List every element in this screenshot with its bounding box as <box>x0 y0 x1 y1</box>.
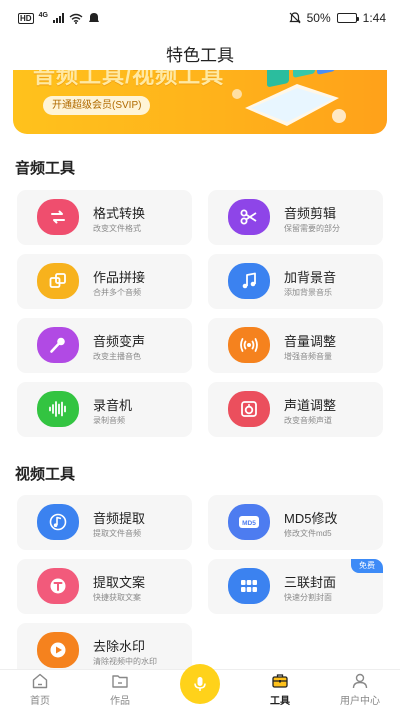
video-tools-heading: 视频工具 <box>15 466 76 483</box>
free-badge: 免费 <box>351 559 383 573</box>
network-type: 4G <box>38 12 48 19</box>
wifi-icon <box>69 13 83 24</box>
music-note-icon <box>228 263 270 299</box>
tab-works[interactable]: 作品 <box>80 670 160 711</box>
volume-wave-icon <box>228 327 270 363</box>
tool-name: 提取文案 <box>93 575 146 590</box>
tab-home[interactable]: 首页 <box>0 670 80 711</box>
tool-description: 修改文件md5 <box>284 529 332 538</box>
battery-percent: 50% <box>306 11 331 25</box>
audio-tool-card[interactable]: 格式转换改变文件格式 <box>17 190 192 245</box>
microphone-icon <box>37 327 79 363</box>
microphone-icon <box>194 677 206 691</box>
signal-icon <box>52 13 64 23</box>
tool-name: 格式转换 <box>93 206 146 221</box>
tool-description: 增强音频音量 <box>284 352 332 361</box>
banner-title: 音频工具/视频工具 <box>33 70 225 88</box>
audio-tool-card[interactable]: 录音机 录制音频 <box>17 382 192 437</box>
merge-icon <box>37 263 79 299</box>
page-header: 特色工具 <box>0 36 400 70</box>
tool-description: 快速分割封面 <box>284 593 332 602</box>
video-tool-card[interactable]: 三联封面快速分割封面 免费 <box>208 559 383 614</box>
tool-description: 改变音频声道 <box>284 416 332 425</box>
hd-badge: HD <box>18 12 34 24</box>
audio-tool-card[interactable]: 音量调整增强音频音量 <box>208 318 383 373</box>
tool-description: 保留需要的部分 <box>284 224 340 233</box>
md5-icon: MD5 <box>228 504 270 540</box>
tool-description: 录制音频 <box>93 416 125 425</box>
audio-tool-card[interactable]: 音频变声改变主播音色 <box>17 318 192 373</box>
tool-name: 录音机 <box>93 398 133 413</box>
tool-name: 音频剪辑 <box>284 206 337 221</box>
tool-name: 音频提取 <box>93 511 146 526</box>
grid-icon <box>228 568 270 604</box>
audio-tool-card[interactable]: 加背景音添加背景音乐 <box>208 254 383 309</box>
battery-icon <box>336 13 359 23</box>
page-title: 特色工具 <box>166 45 234 65</box>
tool-name: 加背景音 <box>284 270 337 285</box>
tool-name: 声道调整 <box>284 398 337 413</box>
status-bar: HD 4G 50% 1:44 <box>0 0 400 36</box>
text-extract-icon <box>37 568 79 604</box>
tool-name: MD5修改 <box>284 511 338 526</box>
tool-name: 音频变声 <box>93 334 146 349</box>
toolbox-icon <box>272 674 288 688</box>
tool-description: 快捷获取文案 <box>93 593 141 602</box>
play-icon <box>37 632 79 668</box>
audio-tool-card[interactable]: 作品拼接合并多个音频 <box>17 254 192 309</box>
svg-text:MD5: MD5 <box>242 520 256 527</box>
video-tool-card[interactable]: 音频提取提取文件音频 <box>17 495 192 550</box>
audio-tool-card[interactable]: 声道调整改变音频声道 <box>208 382 383 437</box>
video-tool-card[interactable]: 提取文案快捷获取文案 <box>17 559 192 614</box>
tool-name: 三联封面 <box>284 575 337 590</box>
folder-icon <box>112 675 128 688</box>
banner-illustration <box>232 70 346 126</box>
audio-tools-heading: 音频工具 <box>15 160 76 177</box>
tool-description: 改变主播音色 <box>93 352 141 361</box>
tool-name: 音量调整 <box>284 334 337 349</box>
tab-record[interactable] <box>160 664 240 711</box>
svip-button[interactable]: 开通超级会员(SVIP) <box>43 96 151 115</box>
tab-user-center-label: 用户中心 <box>340 696 380 707</box>
home-icon <box>32 673 48 689</box>
tool-description: 清除视频中的水印 <box>93 657 157 666</box>
tab-tools-label: 工具 <box>270 696 290 707</box>
clock: 1:44 <box>362 11 386 25</box>
status-right: 50% 1:44 <box>288 11 386 25</box>
record-button[interactable] <box>180 664 220 704</box>
tool-description: 添加背景音乐 <box>284 288 332 297</box>
svip-banner[interactable]: 音频工具/视频工具 开通超级会员(SVIP) <box>13 70 387 134</box>
tab-works-label: 作品 <box>110 696 130 707</box>
tab-user-center[interactable]: 用户中心 <box>320 670 400 711</box>
tab-tools[interactable]: 工具 <box>240 670 320 711</box>
tool-name: 去除水印 <box>93 639 146 654</box>
speaker-icon <box>228 391 270 427</box>
tab-home-label: 首页 <box>30 696 50 707</box>
bottom-tab-bar: 首页 作品 工具 用户中心 <box>0 664 400 711</box>
scissors-icon <box>228 199 270 235</box>
tool-description: 合并多个音频 <box>93 288 141 297</box>
video-tool-card[interactable]: MD5 MD5修改修改文件md5 <box>208 495 383 550</box>
mute-bell-icon <box>288 12 301 24</box>
waveform-icon <box>37 391 79 427</box>
status-left: HD 4G <box>18 12 100 24</box>
tool-description: 改变文件格式 <box>93 224 141 233</box>
audio-tool-card[interactable]: 音频剪辑保留需要的部分 <box>208 190 383 245</box>
tool-name: 作品拼接 <box>93 270 146 285</box>
convert-icon <box>37 199 79 235</box>
user-icon <box>352 673 368 689</box>
notification-app-icon <box>88 13 99 22</box>
extract-audio-icon <box>37 504 79 540</box>
tool-description: 提取文件音频 <box>93 529 141 538</box>
